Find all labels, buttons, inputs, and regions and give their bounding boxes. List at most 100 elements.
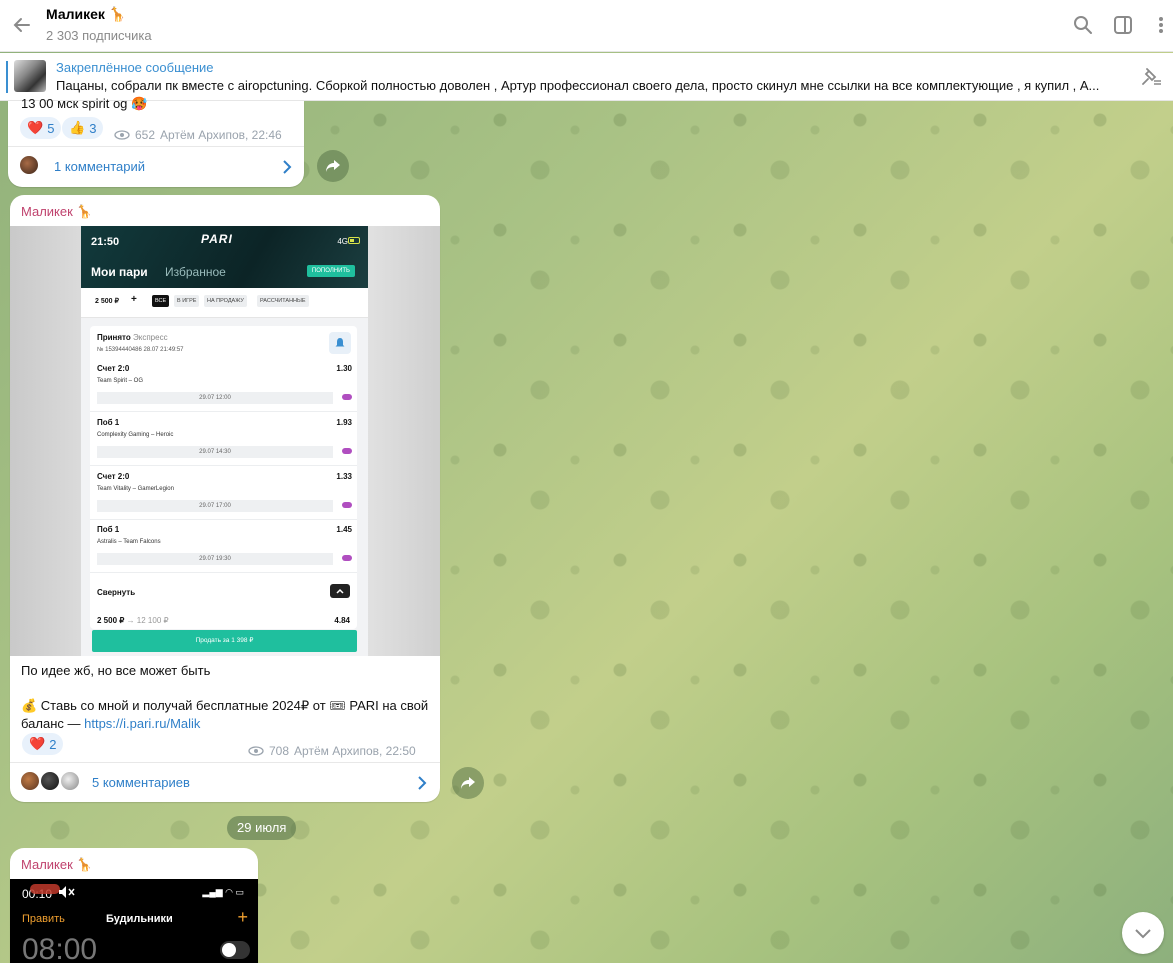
author-name[interactable]: Маликек 🦒 <box>21 857 93 873</box>
comments-link[interactable]: 1 комментарий <box>54 159 145 174</box>
add-icon: + <box>237 907 248 927</box>
status-bar-icons: ▂▄▆ ◠ ▭ <box>202 887 244 897</box>
gamepad-icon <box>342 555 352 561</box>
avatar <box>59 770 81 792</box>
filter-row: 2 500 ₽ + ВСЕ В ИГРЕ НА ПРОДАЖУ РАССЧИТА… <box>81 288 368 318</box>
message-meta: 708 Артём Архипов, 22:50 <box>248 744 416 758</box>
unpin-icon[interactable] <box>1139 66 1163 88</box>
divider <box>90 572 357 573</box>
bet-name: Поб 1 <box>97 418 120 427</box>
bet-date: 29.07 14:30 <box>97 446 333 458</box>
bet-date: 29.07 17:00 <box>97 500 333 512</box>
thumbs-up-icon: 👍 <box>69 120 86 135</box>
phone-time: 21:50 <box>91 236 120 248</box>
search-icon[interactable] <box>1072 14 1094 36</box>
bet-coef: 1.93 <box>336 418 352 427</box>
recording-indicator <box>30 884 60 894</box>
reaction-count: 5 <box>47 120 55 136</box>
alarms-title: Будильники <box>106 913 173 925</box>
filter-all: ВСЕ <box>152 295 170 307</box>
date-separator: 29 июля <box>227 816 297 840</box>
gamepad-icon <box>342 502 352 508</box>
more-vert-icon[interactable] <box>1150 14 1172 36</box>
bet-card: Принято Экспресс № 15394440486 28.07 21:… <box>90 326 357 629</box>
ticket-number: № 15394440486 28.07 21:49:57 <box>97 347 184 353</box>
reaction-heart[interactable]: ❤️ 5 <box>20 117 62 139</box>
video-attachment[interactable]: 00:10 ▂▄▆ ◠ ▭ Править Будильники + 08:00 <box>10 879 258 963</box>
pinned-message-bar[interactable]: Закреплённое сообщение Пацаны, собрали п… <box>0 53 1173 101</box>
filter-for-sale: НА ПРОДАЖУ <box>204 295 247 307</box>
divider <box>90 465 357 466</box>
author-time: Артём Архипов, 22:46 <box>160 128 282 142</box>
sell-button: Продать за 1 398 ₽ <box>92 630 357 652</box>
message-meta: 652 Артём Архипов, 22:46 <box>114 128 282 142</box>
subscriber-count: 2 303 подписчика <box>46 28 152 43</box>
channel-title[interactable]: Маликек 🦒 <box>46 6 126 23</box>
balance-amount: 2 500 ₽ <box>95 298 119 305</box>
filter-live: В ИГРЕ <box>174 295 200 307</box>
mute-icon[interactable] <box>58 885 76 899</box>
pari-logo: PARI <box>201 232 233 246</box>
tab-favorites: Избранное <box>165 265 226 279</box>
avatar <box>18 154 40 176</box>
message-bubble: Маликек 🦒 21:50 PARI 4G Мои пари Избранн… <box>10 195 440 802</box>
promo-text: 💰 Ставь со мной и получай бесплатные 202… <box>21 698 429 731</box>
bet-date: 29.07 12:00 <box>97 392 333 404</box>
bet-row: Поб 1 1.93 Complexity Gaming – Heroic 29… <box>90 418 357 472</box>
topup-button: ПОПОЛНИТЬ <box>306 265 355 277</box>
eye-icon <box>248 746 264 756</box>
battery-icon <box>348 237 360 244</box>
pinned-title: Закреплённое сообщение <box>56 60 214 75</box>
tab-my-bets: Мои пари <box>91 265 148 279</box>
message-bubble: 13 00 мск spirit og 🥵 ❤️ 5 👍 3 652 Артём… <box>8 96 304 187</box>
pinned-text: Пацаны, собрали пк вместе с airopctuning… <box>56 78 1100 93</box>
share-button[interactable] <box>452 767 484 799</box>
status-text: Принято <box>97 333 131 342</box>
pari-header: 21:50 PARI 4G Мои пари Избранное ПОПОЛНИ… <box>81 226 368 288</box>
payout-amount: → 12 100 ₽ <box>126 616 169 625</box>
sidebar-toggle-icon[interactable] <box>1112 14 1134 36</box>
bet-teams: Team Spirit – OG <box>97 378 144 384</box>
promo-link[interactable]: https://i.pari.ru/Malik <box>84 716 200 731</box>
reaction-count: 3 <box>89 120 97 136</box>
stake-row: 2 500 ₽ → 12 100 ₽ <box>97 616 169 625</box>
bet-coef: 1.30 <box>336 364 352 373</box>
message-promo-text: 💰 Ставь со мной и получай бесплатные 202… <box>21 697 431 733</box>
message-text: 13 00 мск spirit og 🥵 <box>21 96 148 111</box>
pinned-indicator <box>6 61 8 93</box>
gamepad-icon <box>342 448 352 454</box>
heart-icon: ❤️ <box>29 736 46 751</box>
reaction-count: 2 <box>49 736 57 752</box>
alarm-time: 08:00 <box>22 933 98 963</box>
bet-name: Счет 2:0 <box>97 364 130 373</box>
bet-row: Счет 2:0 1.33 Team Vitality – GamerLegio… <box>90 472 357 526</box>
author-name[interactable]: Маликек 🦒 <box>21 204 93 220</box>
comments-link[interactable]: 5 комментариев <box>92 775 190 790</box>
view-count: 652 <box>135 128 156 142</box>
reaction-thumbs-up[interactable]: 👍 3 <box>62 117 104 139</box>
eye-icon <box>114 130 130 140</box>
scroll-down-button[interactable] <box>1122 912 1164 954</box>
back-arrow-icon[interactable] <box>10 13 34 37</box>
bet-coef: 1.45 <box>336 525 352 534</box>
total-coef: 4.84 <box>334 616 350 625</box>
chevron-right-icon[interactable] <box>282 160 292 174</box>
avatar <box>39 770 61 792</box>
bet-row: Поб 1 1.45 Astralis – Team Falcons 29.07… <box>90 525 357 579</box>
reaction-heart[interactable]: ❤️ 2 <box>22 733 64 755</box>
message-text: По идее жб, но все может быть <box>21 663 211 678</box>
chevron-right-icon[interactable] <box>417 776 427 790</box>
alarm-toggle <box>220 941 250 959</box>
bell-icon <box>329 332 351 354</box>
network-indicator: 4G <box>337 237 348 246</box>
collapse-label: Свернуть <box>97 588 136 597</box>
edit-button: Править <box>22 913 65 925</box>
divider <box>90 519 357 520</box>
divider <box>90 411 357 412</box>
photo-attachment[interactable]: 21:50 PARI 4G Мои пари Избранное ПОПОЛНИ… <box>10 226 440 656</box>
filter-settled: РАССЧИТАННЫЕ <box>257 295 309 307</box>
heart-icon: ❤️ <box>27 120 44 135</box>
bet-teams: Astralis – Team Falcons <box>97 539 161 545</box>
share-button[interactable] <box>317 150 349 182</box>
bet-type: Экспресс <box>133 333 168 342</box>
